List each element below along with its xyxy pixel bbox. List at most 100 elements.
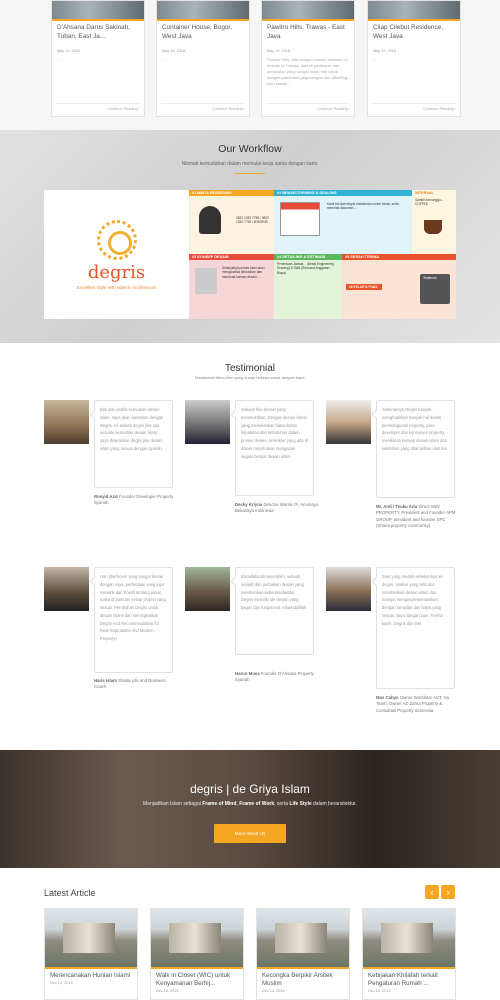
step-heading: #5 SERAH TERIMA <box>342 254 456 260</box>
subtitle-emphasis: Frame of Work <box>239 801 275 807</box>
continue-reading-link[interactable]: Continue Reading › <box>107 107 140 111</box>
testimonial-author: Mas Cahyo Owner Worldstar AGT, Ivy Team,… <box>376 695 460 714</box>
designer-icon <box>195 268 217 294</box>
project-image[interactable] <box>157 1 249 21</box>
article-card[interactable]: Walk in Closet (WIC) untuk Kenyamanan Be… <box>150 908 244 1000</box>
brand-name: degris <box>87 261 146 283</box>
subtitle-text: Menjadikan Islam sebagai <box>143 801 203 807</box>
project-image[interactable] <box>262 1 354 21</box>
author-name: Harun Musa <box>235 671 260 676</box>
avatar <box>44 567 89 611</box>
divider <box>56 103 140 104</box>
continue-reading-link[interactable]: Continue Reading › <box>423 107 456 111</box>
banner-subtitle: Menjadikan Islam sebagai Frame of Mind , … <box>0 801 500 807</box>
step-interval: INTERVAL Sambil menunggu... COFFEE <box>412 190 456 254</box>
article-date: Dec 14, 2015 <box>50 981 73 986</box>
testimonial-text: Sebuah fikri desain yang membuktikan. De… <box>235 400 314 496</box>
testimonial-author: Rosyid Aziz Founder Developer Property S… <box>94 494 178 507</box>
article-card[interactable]: Kecongka Berpikir Arsitek Muslim Dec 14,… <box>256 908 350 1000</box>
project-excerpt: ... <box>162 57 166 62</box>
testimonial-author: Mr. Ardi / Teuku Arla Direct AMV PROPERT… <box>376 504 460 530</box>
avatar <box>326 400 371 444</box>
project-title[interactable]: Cilap Cilebut Residence, West Java <box>368 21 460 48</box>
testimonial-subtitle: Testimonial klien-klien yang sudah beker… <box>194 375 306 380</box>
continue-reading-link[interactable]: Continue Reading › <box>317 107 350 111</box>
article-title[interactable]: Kecongka Berpikir Arsitek Muslim <box>257 969 349 988</box>
author-name: Mr. Ardi / Teuku Arla <box>376 504 418 509</box>
project-card[interactable]: Container House, Bogor, West Java May 19… <box>156 0 250 117</box>
step-heading: #6 KELAR & PUAS <box>349 285 378 289</box>
testimoni-badge: Testimoni <box>420 274 450 304</box>
step-text: Kami tim dari degris melakukan survei lo… <box>327 202 399 211</box>
testimonial-author: Haris Islam Sharia Life and Business Coa… <box>94 678 178 691</box>
article-image[interactable] <box>363 909 455 969</box>
article-image[interactable] <box>257 909 349 969</box>
support-agent-icon <box>199 206 221 234</box>
subtitle-emphasis: Life Style <box>289 801 312 807</box>
step-heading: #1 MINTA RESERVASI <box>189 190 274 196</box>
project-image[interactable] <box>368 1 460 21</box>
divider <box>266 103 350 104</box>
testimonial-text: Bila ada sedikit kemudian desain islam, … <box>94 400 173 488</box>
workflow-subtitle: Nikmati kemudahan dalam memulai kerja sa… <box>181 161 319 167</box>
step-text: Penentuan Jadwal... (Detail Engineering … <box>277 262 334 275</box>
step-heading: #2 BRAINSTORMING & DEALING <box>274 190 412 196</box>
step-handover: #5 SERAH TERIMA #6 KELAR & PUAS Testimon… <box>342 254 456 319</box>
project-card[interactable]: Cilap Cilebut Residence, West Java May 1… <box>367 0 461 117</box>
project-image[interactable] <box>52 1 144 21</box>
step-heading: #3 KONSEP DESAIN <box>189 254 274 260</box>
avatar <box>326 567 371 611</box>
more-about-us-button[interactable]: More About Us <box>214 824 286 843</box>
continue-reading-link[interactable]: Continue Reading › <box>212 107 245 111</box>
avatar <box>185 400 230 444</box>
step-brainstorming: #2 BRAINSTORMING & DEALING Kami tim dari… <box>274 190 412 254</box>
project-cards-section: D'Ahsana Darus Sakinah, Tuban, East Ja..… <box>0 0 500 130</box>
workflow-title: Our Workflow <box>218 143 282 155</box>
author-name: Haris Islam <box>94 678 117 683</box>
article-image[interactable] <box>45 909 137 969</box>
banner-title: degris | de Griya Islam <box>190 782 310 796</box>
carousel-next-button[interactable]: › <box>441 885 455 899</box>
testimonial-text: Sebenarnya Degris banyak menghadirkan ba… <box>376 400 455 498</box>
step-text: 0822 1332 7798 / 0822 1332 7798 / #DEGRI… <box>236 216 269 225</box>
carousel-prev-button[interactable]: ‹ <box>425 885 439 899</box>
project-card[interactable]: D'Ahsana Darus Sakinah, Tuban, East Ja..… <box>51 0 145 117</box>
author-name: Decky Kriyna <box>235 502 263 507</box>
testimonial-author: Decky Kriyna Director Islamic Pi. Amonay… <box>235 502 319 515</box>
avatar <box>185 567 230 611</box>
step-detailing: #4 DETAILING & ESTIMASI Penentuan Jadwal… <box>274 254 342 319</box>
degris-logo: degris Excellent Style with Islamic Arch… <box>44 190 189 319</box>
project-excerpt: Pawitro Hills, villa dengan konsep islam… <box>267 57 348 86</box>
project-card[interactable]: Pawitro Hills, Trawas - East Java May 19… <box>261 0 355 117</box>
testimonial-author: Harun Musa Founder D'Ahsana Property Sya… <box>235 671 319 684</box>
avatar <box>44 400 89 444</box>
title-underline <box>235 173 265 174</box>
about-banner: degris | de Griya Islam Menjadikan Islam… <box>0 750 500 868</box>
project-excerpt: ... <box>373 57 377 62</box>
divider <box>161 103 245 104</box>
coffee-icon <box>424 220 442 234</box>
article-card[interactable]: Kebijakan Khilafah terkait Pengaturan Ru… <box>362 908 456 1000</box>
step-concept: #3 KONSEP DESAIN Selanjutnya proses kami… <box>189 254 274 319</box>
project-excerpt: ... <box>57 57 61 62</box>
article-card[interactable]: Merencanakan Hunian Islami Dec 14, 2015 <box>44 908 138 1000</box>
subtitle-text: dalam berarsitektur. <box>311 801 357 807</box>
mandala-icon <box>96 219 137 260</box>
testimonial-section: Testimonial Testimonial klien-klien yang… <box>0 343 500 750</box>
article-title[interactable]: Merencanakan Hunian Islami <box>45 969 137 980</box>
step-reservation: #1 MINTA RESERVASI 0822 1332 7798 / 0822… <box>189 190 274 254</box>
subtitle-text: , serta <box>274 801 290 807</box>
step-text: Selanjutnya proses kami akan menganalisa… <box>222 266 265 279</box>
divider <box>372 103 456 104</box>
testimonial-text: Bismillahirahmanirrahim, sebuah inisiati… <box>235 567 314 655</box>
article-image[interactable] <box>151 909 243 969</box>
article-title[interactable]: Walk in Closet (WIC) untuk Kenyamanan Be… <box>151 969 243 988</box>
subtitle-emphasis: Frame of Mind <box>202 801 237 807</box>
latest-article-title: Latest Article <box>44 888 96 898</box>
meeting-icon <box>280 202 320 236</box>
project-title[interactable]: Container House, Bogor, West Java <box>157 21 249 48</box>
article-title[interactable]: Kebijakan Khilafah terkait Pengaturan Ru… <box>363 969 455 988</box>
testimonial-text: Saat yang mudah sebelumnya ke degris, an… <box>376 567 455 689</box>
project-title[interactable]: Pawitro Hills, Trawas - East Java <box>262 21 354 48</box>
project-title[interactable]: D'Ahsana Darus Sakinah, Tuban, East Ja..… <box>52 21 144 48</box>
